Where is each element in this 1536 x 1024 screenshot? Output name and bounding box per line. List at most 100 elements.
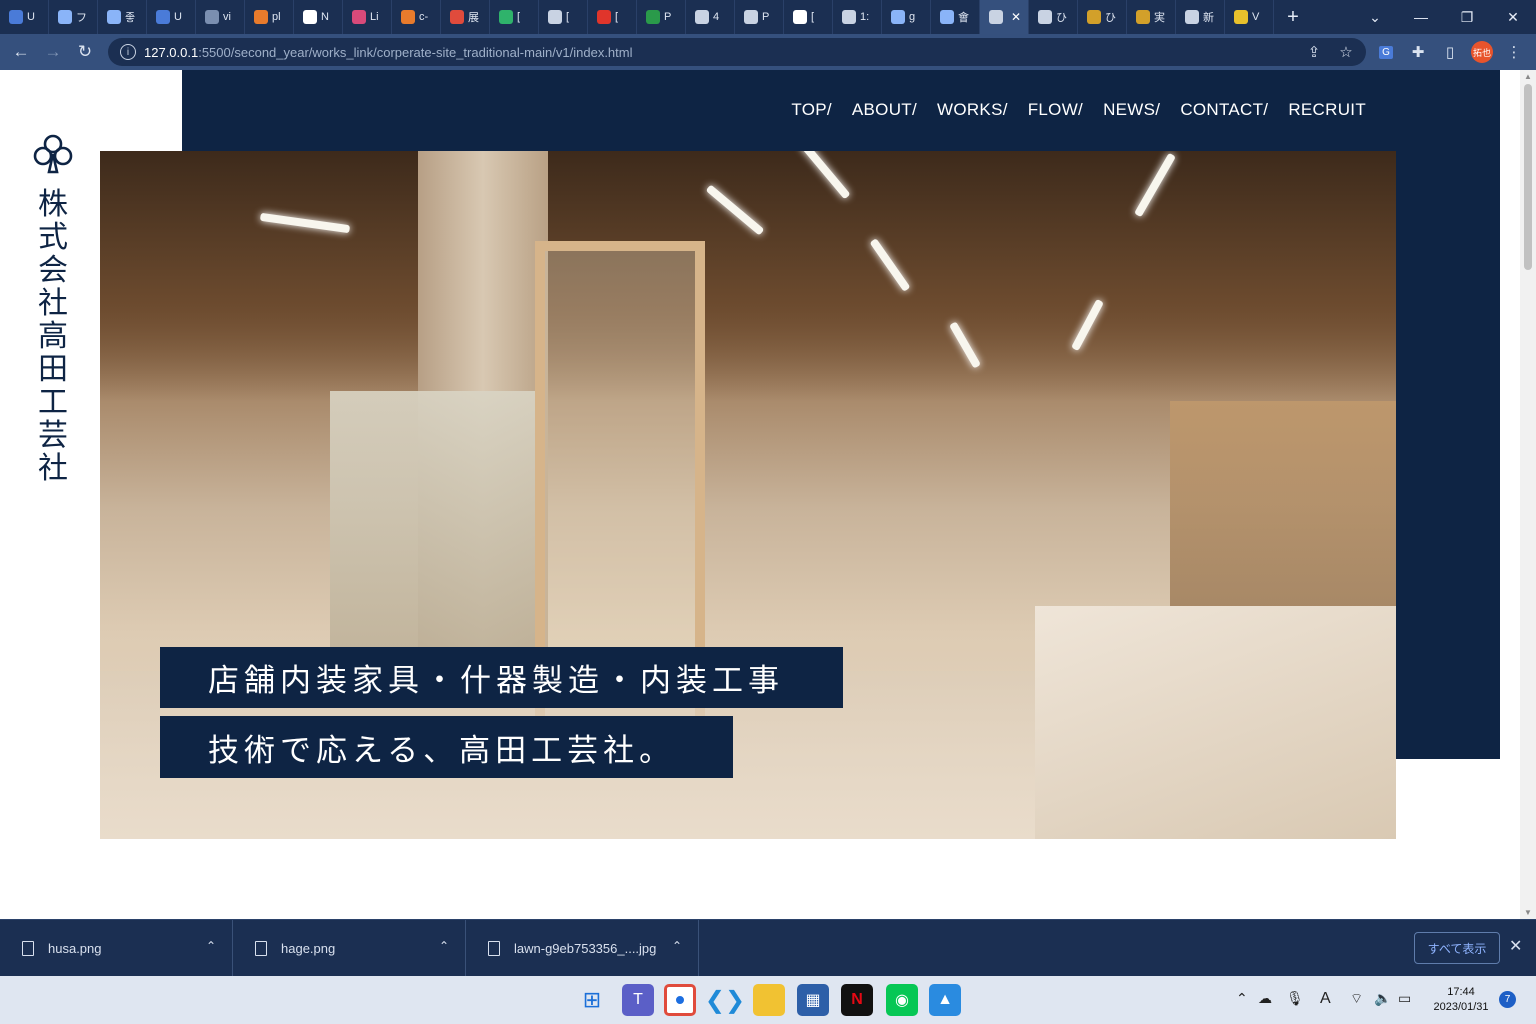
company-name-char: 社 (38, 286, 68, 321)
translate-button[interactable]: G (1370, 34, 1402, 70)
download-item[interactable]: husa.png ⌃ (0, 919, 233, 977)
tray-overflow-icon[interactable]: ⌃ (1236, 990, 1248, 1007)
side-panel-icon: ▯ (1445, 44, 1455, 61)
taskbar-line[interactable]: ◉ (886, 984, 918, 1016)
bookmark-button[interactable]: ☆ (1330, 34, 1362, 70)
restore-button[interactable]: ❐ (1444, 0, 1490, 34)
tab-title: V (1252, 11, 1260, 23)
browser-tab[interactable]: ✕ (980, 0, 1029, 34)
globe-icon (989, 10, 1003, 24)
browser-tab[interactable]: Li (343, 0, 392, 34)
share-icon: ⇪ (1307, 44, 1321, 61)
nav-top[interactable]: TOP/ (791, 100, 832, 120)
browser-tab[interactable]: [ (588, 0, 637, 34)
notification-badge[interactable]: 7 (1499, 991, 1516, 1008)
chevron-down-icon: ⌄ (1369, 8, 1381, 25)
nav-recruit[interactable]: RECRUIT (1288, 100, 1366, 120)
browser-tab[interactable]: 4 (686, 0, 735, 34)
browser-tab[interactable]: [ (490, 0, 539, 34)
vscode-icon: ❮❯ (704, 986, 746, 1014)
taskbar-photos[interactable]: ▲ (929, 984, 961, 1016)
browser-tab[interactable]: 會 (931, 0, 980, 34)
address-bar[interactable]: i 127.0.0.1:5500/second_year/works_link/… (108, 38, 1366, 66)
mic-muted-icon[interactable]: 🎙 (1286, 990, 1304, 1007)
menu-button[interactable]: ⋮ (1498, 34, 1530, 70)
chevron-up-icon[interactable]: ⌃ (206, 939, 216, 953)
close-downloads-button[interactable]: ✕ (1509, 936, 1522, 956)
minimize-button[interactable]: — (1398, 0, 1444, 34)
globe-icon (695, 10, 709, 24)
nav-flow[interactable]: FLOW/ (1028, 100, 1083, 120)
browser-tab[interactable]: ひ (1078, 0, 1127, 34)
reload-icon: ↻ (77, 42, 93, 61)
browser-tab[interactable]: N (294, 0, 343, 34)
browser-tab[interactable]: 1: (833, 0, 882, 34)
browser-tab[interactable]: c- (392, 0, 441, 34)
taskbar-store[interactable]: ▦ (797, 984, 829, 1016)
page-scrollbar[interactable]: ▲ ▼ (1520, 70, 1536, 919)
taskbar-teams[interactable]: T (622, 984, 654, 1016)
tab-search-dropdown[interactable]: ⌄ (1352, 0, 1398, 34)
chevron-up-icon[interactable]: ⌃ (439, 939, 449, 953)
browser-tab[interactable]: 新 (1176, 0, 1225, 34)
tab-title: U (174, 11, 182, 23)
browser-tab[interactable]: 実 (1127, 0, 1176, 34)
browser-tab[interactable]: [ (539, 0, 588, 34)
browser-tab[interactable]: [ (784, 0, 833, 34)
close-tab-icon[interactable]: ✕ (1011, 10, 1021, 24)
scroll-down-icon[interactable]: ▼ (1524, 908, 1532, 917)
new-tab-button[interactable]: + (1274, 6, 1312, 29)
side-panel-button[interactable]: ▯ (1434, 34, 1466, 70)
site-icon (9, 10, 23, 24)
browser-tab[interactable]: U (147, 0, 196, 34)
download-item[interactable]: hage.png ⌃ (233, 919, 466, 977)
browser-tab[interactable]: vi (196, 0, 245, 34)
share-button[interactable]: ⇪ (1298, 34, 1330, 70)
show-all-downloads-button[interactable]: すべて表示 (1414, 932, 1500, 964)
taskbar-vscode[interactable]: ❮❯ (705, 984, 745, 1016)
site-icon (597, 10, 611, 24)
browser-tab[interactable]: ひ (1029, 0, 1078, 34)
close-window-button[interactable]: ✕ (1490, 0, 1536, 34)
chevron-up-icon[interactable]: ⌃ (672, 939, 682, 953)
nav-works[interactable]: WORKS/ (937, 100, 1008, 120)
tab-title: 新 (1203, 12, 1214, 24)
browser-tab[interactable]: V (1225, 0, 1274, 34)
taskbar-netflix[interactable]: N (841, 984, 873, 1016)
ime-indicator[interactable]: A (1320, 990, 1331, 1008)
reload-button[interactable]: ↻ (69, 34, 101, 70)
site-logo[interactable]: 株式会社高田工芸社 (30, 132, 76, 485)
info-icon[interactable]: i (120, 44, 136, 60)
header-band: TOP/ ABOUT/ WORKS/ FLOW/ NEWS/ CONTACT/ … (182, 70, 1500, 151)
scroll-up-icon[interactable]: ▲ (1524, 72, 1532, 81)
browser-tab[interactable]: P (735, 0, 784, 34)
forward-button[interactable]: → (37, 34, 69, 70)
browser-tab[interactable]: 좋 (98, 0, 147, 34)
browser-tab[interactable]: g (882, 0, 931, 34)
extensions-button[interactable]: ✚ (1402, 34, 1434, 70)
browser-tab[interactable]: フ (49, 0, 98, 34)
wifi-icon[interactable]: ⌔ (1350, 990, 1363, 1008)
browser-tab[interactable]: P (637, 0, 686, 34)
clock[interactable]: 17:44 2023/01/31 (1428, 985, 1494, 1015)
browser-tab[interactable]: U (0, 0, 49, 34)
taskbar-explorer[interactable] (753, 984, 785, 1016)
site-icon (646, 10, 660, 24)
start-button[interactable]: ⊞ (576, 984, 608, 1016)
nav-news[interactable]: NEWS/ (1103, 100, 1160, 120)
download-item[interactable]: lawn-g9eb753356_....jpg ⌃ (466, 919, 699, 977)
back-button[interactable]: ← (5, 34, 37, 70)
browser-tab[interactable]: 展 (441, 0, 490, 34)
battery-icon[interactable]: ▭ (1398, 990, 1411, 1007)
browser-tab[interactable]: pl (245, 0, 294, 34)
nav-about[interactable]: ABOUT/ (852, 100, 917, 120)
file-icon (22, 940, 34, 956)
taskbar-chrome[interactable] (664, 984, 696, 1016)
company-name-char: 株 (38, 187, 68, 222)
volume-icon[interactable]: 🔈 (1374, 990, 1391, 1007)
nav-contact[interactable]: CONTACT/ (1180, 100, 1268, 120)
catchcopy-line-2: 技術で応える、高田工芸社。 (160, 716, 733, 778)
onedrive-icon[interactable]: ☁ (1258, 990, 1272, 1007)
profile-button[interactable]: 拓也 (1466, 34, 1498, 70)
scrollbar-thumb[interactable] (1524, 84, 1532, 270)
